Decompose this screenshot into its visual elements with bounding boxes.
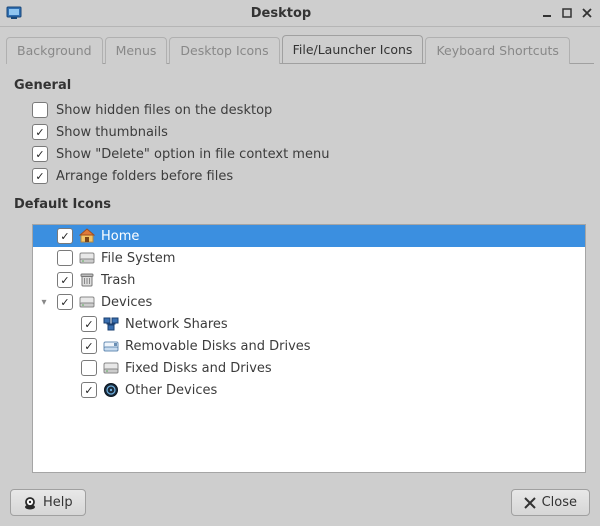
other-icon	[103, 382, 119, 398]
tab-background[interactable]: Background	[6, 37, 103, 64]
close-label: Close	[542, 495, 577, 510]
general-option[interactable]: Arrange folders before files	[14, 165, 586, 187]
default-icons-tree[interactable]: Home File System Trash ▾ Devices Network Shar…	[32, 224, 586, 473]
tab-bar: BackgroundMenusDesktop IconsFile/Launche…	[0, 27, 600, 63]
checkbox[interactable]	[57, 250, 73, 266]
tree-label: Other Devices	[125, 383, 217, 398]
tree-row[interactable]: Removable Disks and Drives	[33, 335, 585, 357]
checkbox[interactable]	[81, 316, 97, 332]
close-dialog-button[interactable]: Close	[511, 489, 590, 516]
tree-label: Devices	[101, 295, 152, 310]
section-default-icons-title: Default Icons	[14, 197, 586, 212]
tree-label: Trash	[101, 273, 135, 288]
checkbox[interactable]	[81, 338, 97, 354]
window-controls	[540, 6, 594, 20]
tree-row[interactable]: File System	[33, 247, 585, 269]
checkbox[interactable]	[57, 228, 73, 244]
checkbox[interactable]	[32, 146, 48, 162]
home-icon	[79, 228, 95, 244]
tree-row[interactable]: Home	[33, 225, 585, 247]
option-label: Arrange folders before files	[56, 169, 233, 184]
tree-label: Fixed Disks and Drives	[125, 361, 272, 376]
general-option[interactable]: Show hidden files on the desktop	[14, 99, 586, 121]
expander-icon[interactable]: ▾	[37, 297, 51, 308]
minimize-button[interactable]	[540, 6, 554, 20]
option-label: Show "Delete" option in file context men…	[56, 147, 329, 162]
tree-label: Home	[101, 229, 139, 244]
checkbox[interactable]	[57, 272, 73, 288]
general-option[interactable]: Show "Delete" option in file context men…	[14, 143, 586, 165]
settings-window: Desktop BackgroundMenusDesktop IconsFile…	[0, 0, 600, 526]
close-button[interactable]	[580, 6, 594, 20]
tab-keyboard-shortcuts[interactable]: Keyboard Shortcuts	[425, 37, 570, 64]
tree-label: Removable Disks and Drives	[125, 339, 311, 354]
checkbox[interactable]	[32, 102, 48, 118]
removable-icon	[103, 338, 119, 354]
titlebar: Desktop	[0, 0, 600, 27]
tab-menus[interactable]: Menus	[105, 37, 168, 64]
general-options: Show hidden files on the desktop Show thu…	[14, 99, 586, 187]
maximize-button[interactable]	[560, 6, 574, 20]
window-title: Desktop	[22, 6, 540, 21]
tree-row[interactable]: Other Devices	[33, 379, 585, 401]
tree-label: File System	[101, 251, 175, 266]
drive-icon	[79, 250, 95, 266]
tree-label: Network Shares	[125, 317, 228, 332]
tree-row[interactable]: Network Shares	[33, 313, 585, 335]
close-icon	[524, 497, 536, 509]
drive-icon	[79, 294, 95, 310]
dialog-footer: Help Close	[0, 481, 600, 526]
checkbox[interactable]	[81, 382, 97, 398]
network-icon	[103, 316, 119, 332]
option-label: Show hidden files on the desktop	[56, 103, 272, 118]
app-icon	[6, 5, 22, 21]
checkbox[interactable]	[32, 168, 48, 184]
checkbox[interactable]	[81, 360, 97, 376]
drive-icon	[103, 360, 119, 376]
option-label: Show thumbnails	[56, 125, 168, 140]
help-button[interactable]: Help	[10, 489, 86, 516]
section-general-title: General	[14, 78, 586, 93]
help-label: Help	[43, 495, 73, 510]
tree-row[interactable]: Fixed Disks and Drives	[33, 357, 585, 379]
help-icon	[23, 496, 37, 510]
tree-row[interactable]: Trash	[33, 269, 585, 291]
tree-row[interactable]: ▾ Devices	[33, 291, 585, 313]
tab-content: General Show hidden files on the desktop…	[0, 64, 600, 481]
checkbox[interactable]	[57, 294, 73, 310]
checkbox[interactable]	[32, 124, 48, 140]
trash-icon	[79, 272, 95, 288]
tab-desktop-icons[interactable]: Desktop Icons	[169, 37, 279, 64]
tab-file-launcher-icons[interactable]: File/Launcher Icons	[282, 35, 424, 63]
general-option[interactable]: Show thumbnails	[14, 121, 586, 143]
